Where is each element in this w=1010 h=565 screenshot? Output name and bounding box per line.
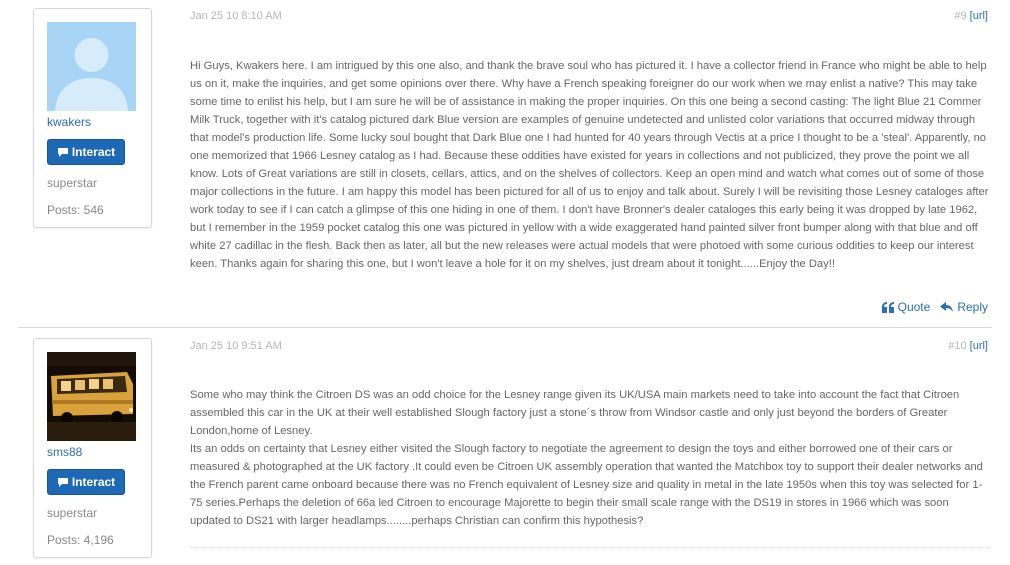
- post-count: Posts: 4,196: [47, 533, 114, 547]
- interact-label: Interact: [71, 145, 116, 159]
- post-date: Jan 25 10 8:10 AM: [190, 10, 282, 22]
- url-link[interactable]: [url]: [970, 10, 988, 22]
- post-permalink: #10 [url]: [948, 340, 988, 352]
- quote-icon: [881, 301, 894, 313]
- post-footer-divider: [190, 547, 990, 548]
- user-rank: superstar: [47, 506, 98, 520]
- username-link[interactable]: sms88: [47, 445, 82, 459]
- reply-arrow-icon: [940, 301, 954, 312]
- avatar[interactable]: [47, 22, 136, 111]
- chat-bubble-icon: [57, 147, 68, 157]
- bus-photo-avatar: [47, 352, 136, 441]
- interact-button[interactable]: Interact: [47, 139, 125, 165]
- interact-label: Interact: [71, 475, 116, 489]
- post-divider: [18, 327, 992, 328]
- post-permalink: #9 [url]: [954, 10, 988, 22]
- post-body: Some who may think the Citroen DS was an…: [190, 389, 983, 527]
- default-avatar-icon: [47, 22, 136, 111]
- user-rank: superstar: [47, 176, 98, 190]
- post-body: Hi Guys, Kwakers here. I am intrigued by…: [190, 60, 989, 270]
- reply-button[interactable]: Reply: [940, 300, 988, 314]
- author-card: sms88 Interact superstar Posts: 4,196: [33, 338, 152, 558]
- post-number[interactable]: #10: [948, 340, 966, 352]
- url-link[interactable]: [url]: [970, 340, 988, 352]
- forum-post: sms88 Interact superstar Posts: 4,196 Ja…: [0, 329, 1010, 565]
- chat-bubble-icon: [57, 477, 68, 487]
- post-actions: Quote Reply: [881, 300, 988, 314]
- quote-label: Quote: [897, 300, 931, 314]
- author-card: kwakers Interact superstar Posts: 546: [33, 8, 152, 228]
- interact-button[interactable]: Interact: [47, 469, 125, 495]
- quote-button[interactable]: Quote: [881, 300, 931, 314]
- forum-post: kwakers Interact superstar Posts: 546 Ja…: [0, 0, 1010, 328]
- post-number[interactable]: #9: [954, 10, 966, 22]
- reply-label: Reply: [957, 300, 988, 314]
- post-count: Posts: 546: [47, 203, 104, 217]
- post-date: Jan 25 10 9:51 AM: [190, 340, 282, 352]
- avatar[interactable]: [47, 352, 136, 441]
- username-link[interactable]: kwakers: [47, 115, 91, 129]
